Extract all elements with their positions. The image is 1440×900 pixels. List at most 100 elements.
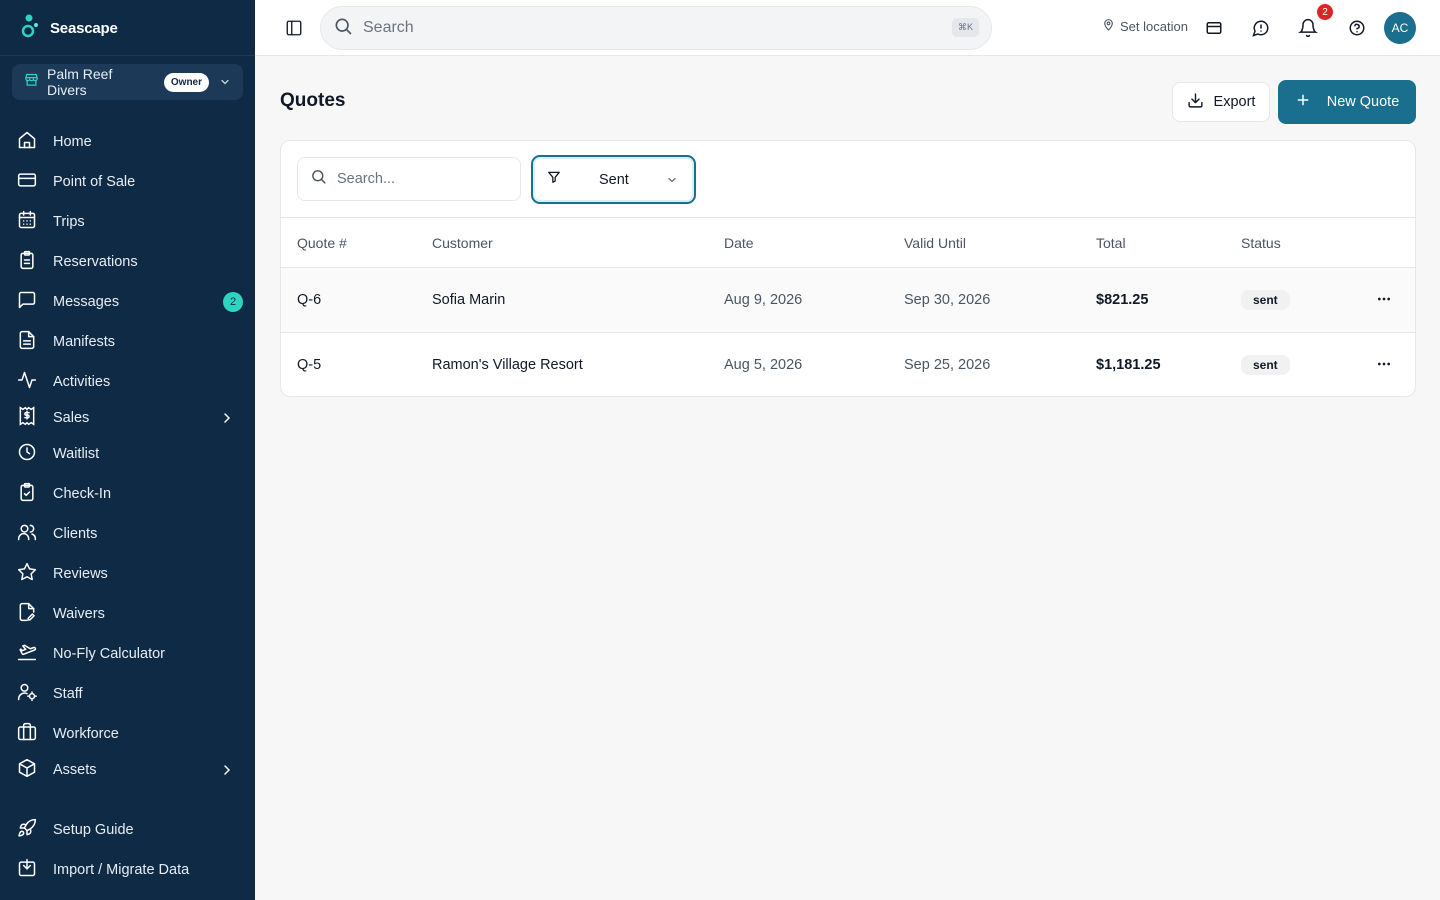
cell-customer: Sofia Marin [432, 292, 506, 308]
avatar[interactable]: AC [1384, 12, 1416, 44]
sidebar-item-trips[interactable]: Trips [0, 204, 255, 240]
cell-valid-until: Sep 25, 2026 [904, 357, 991, 373]
sidebar-item-label: Import / Migrate Data [53, 862, 190, 878]
table-row[interactable]: Q-5 Ramon's Village Resort Aug 5, 2026 S… [281, 332, 1415, 396]
table-row[interactable]: Q-6 Sofia Marin Aug 9, 2026 Sep 30, 2026… [281, 267, 1415, 332]
sidebar-toggle-icon[interactable] [285, 19, 303, 37]
sidebar-item-label: Staff [53, 686, 83, 702]
cell-quote-number[interactable]: Q-6 [297, 292, 321, 308]
bell-icon[interactable] [1298, 18, 1318, 38]
export-label: Export [1213, 94, 1256, 110]
sidebar-item-reviews[interactable]: Reviews [0, 556, 255, 592]
sidebar-item-label: Check-In [53, 486, 112, 502]
file-signature-icon [17, 602, 37, 626]
divider [0, 55, 255, 56]
sidebar-item-label: Assets [53, 762, 97, 778]
users-icon [17, 522, 37, 546]
credit-card-icon [17, 170, 37, 194]
calendar-icon [17, 210, 37, 234]
more-actions-icon[interactable] [1375, 290, 1393, 308]
sidebar-item-label: Sales [53, 410, 90, 426]
wallet-icon[interactable] [1204, 18, 1224, 38]
sidebar-item-label: Workforce [53, 726, 119, 742]
table-search-placeholder: Search... [337, 171, 396, 187]
cell-total: $821.25 [1096, 292, 1149, 308]
column-header-quote-number[interactable]: Quote # [297, 235, 347, 251]
sidebar: Seascape Palm Reef Divers Owner Home Poi… [0, 0, 255, 900]
sidebar-item-assets[interactable]: Assets [0, 752, 255, 788]
more-actions-icon[interactable] [1375, 355, 1393, 373]
column-header-total[interactable]: Total [1096, 235, 1126, 251]
keyboard-shortcut: ⌘K [951, 18, 979, 37]
sidebar-item-label: Reviews [53, 566, 108, 582]
sidebar-item-check-in[interactable]: Check-In [0, 476, 255, 512]
status-filter-value: Sent [599, 171, 629, 188]
sidebar-item-activities[interactable]: Activities [0, 364, 255, 400]
import-icon [17, 858, 37, 882]
sidebar-item-manifests[interactable]: Manifests [0, 324, 255, 360]
message-square-icon [17, 290, 37, 314]
store-icon [24, 72, 39, 92]
column-header-date[interactable]: Date [724, 235, 754, 251]
sidebar-item-staff[interactable]: Staff [0, 676, 255, 712]
download-icon [1187, 92, 1204, 113]
sidebar-item-point-of-sale[interactable]: Point of Sale [0, 164, 255, 200]
sidebar-item-waitlist[interactable]: Waitlist [0, 436, 255, 472]
status-badge: sent [1241, 290, 1290, 310]
export-button[interactable]: Export [1172, 82, 1270, 122]
seascape-logo-icon [20, 13, 40, 44]
table-search-input[interactable]: Search... [297, 157, 521, 201]
sidebar-item-messages[interactable]: Messages 2 [0, 284, 255, 320]
sidebar-item-reservations[interactable]: Reservations [0, 244, 255, 280]
divider [281, 217, 1415, 218]
column-header-status[interactable]: Status [1241, 235, 1281, 251]
help-icon[interactable] [1347, 18, 1367, 38]
sidebar-item-label: Reservations [53, 254, 138, 270]
column-header-customer[interactable]: Customer [432, 235, 493, 251]
sidebar-item-label: Trips [53, 214, 85, 230]
org-name: Palm Reef Divers [47, 66, 113, 98]
org-switcher[interactable]: Palm Reef Divers Owner [12, 64, 243, 100]
cell-valid-until: Sep 30, 2026 [904, 292, 991, 308]
top-bar: Search ⌘K Set location 2 AC [255, 0, 1440, 56]
sidebar-item-label: No-Fly Calculator [53, 646, 165, 662]
page-title: Quotes [280, 90, 346, 111]
global-search-input[interactable]: Search ⌘K [320, 6, 992, 50]
sidebar-item-label: Clients [53, 526, 98, 542]
new-quote-label: New Quote [1326, 94, 1400, 110]
brand[interactable]: Seascape [20, 14, 118, 42]
status-badge: sent [1241, 355, 1290, 375]
chevron-down-icon [219, 76, 231, 88]
notification-count-badge: 2 [1317, 4, 1333, 20]
user-cog-icon [17, 682, 37, 706]
sidebar-item-setup-guide[interactable]: Setup Guide [0, 812, 255, 848]
sidebar-item-label: Waivers [53, 606, 105, 622]
filter-icon [547, 170, 561, 189]
brand-name: Seascape [50, 19, 118, 37]
cell-total: $1,181.25 [1096, 357, 1161, 373]
quotes-table-card: Search... Sent Quote # Customer Date Val… [280, 140, 1416, 397]
file-text-icon [17, 330, 37, 354]
sidebar-item-label: Setup Guide [53, 822, 134, 838]
new-quote-button[interactable]: New Quote [1278, 80, 1416, 124]
plus-icon [1295, 92, 1311, 112]
feedback-icon[interactable] [1251, 18, 1271, 38]
column-header-valid-until[interactable]: Valid Until [904, 235, 966, 251]
sidebar-item-no-fly-calculator[interactable]: No-Fly Calculator [0, 636, 255, 672]
search-placeholder: Search [363, 19, 414, 36]
sidebar-item-import-migrate-data[interactable]: Import / Migrate Data [0, 852, 255, 888]
activity-icon [17, 370, 37, 394]
set-location-label: Set location [1120, 18, 1188, 34]
sidebar-item-label: Messages [53, 294, 120, 310]
sidebar-item-clients[interactable]: Clients [0, 516, 255, 552]
sidebar-item-waivers[interactable]: Waivers [0, 596, 255, 632]
sidebar-item-sales[interactable]: Sales [0, 400, 255, 436]
search-icon [310, 168, 327, 190]
set-location-button[interactable]: Set location [1102, 18, 1188, 34]
briefcase-icon [17, 722, 37, 746]
plane-landing-icon [17, 642, 37, 666]
sidebar-item-home[interactable]: Home [0, 124, 255, 160]
sidebar-item-workforce[interactable]: Workforce [0, 716, 255, 752]
status-filter-select[interactable]: Sent [531, 155, 696, 204]
cell-quote-number[interactable]: Q-5 [297, 357, 321, 373]
